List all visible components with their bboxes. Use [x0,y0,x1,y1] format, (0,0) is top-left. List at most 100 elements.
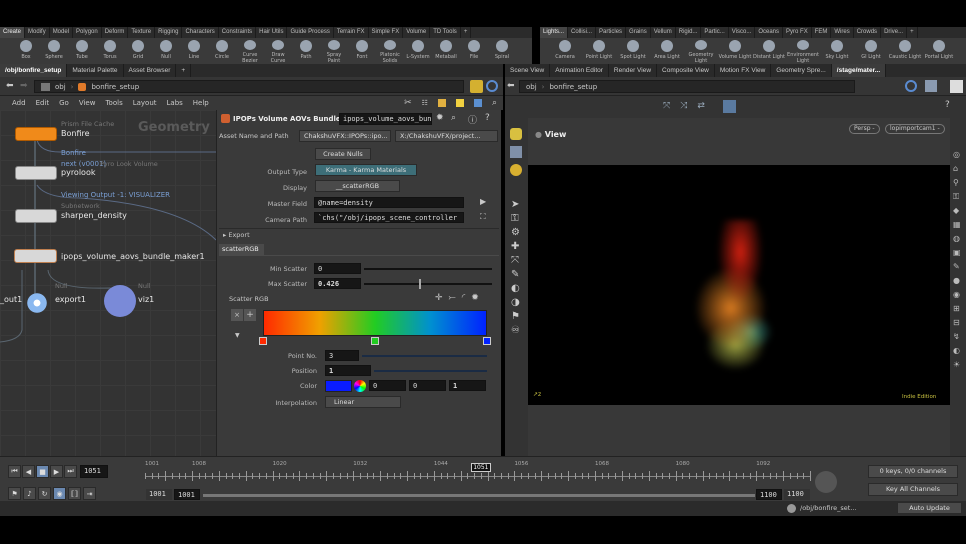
path-field[interactable]: obj › bonfire_setup [34,80,464,93]
tree-icon[interactable]: ☷ [422,99,428,107]
viewport-canvas[interactable]: ↗z Indie Edition [528,165,950,405]
shelf-tab[interactable]: Terrain FX [334,27,369,38]
shelf-tab[interactable]: Wires [831,27,854,38]
sticky-note-icon[interactable] [455,99,464,107]
shelf-tool[interactable]: Sphere [40,38,68,64]
handle-tool-icons[interactable]: ➤ ⚿ ⚙ ✚ ⤧ ✎ ◐ ◑ ⚑ ♾ [511,198,520,338]
play-reverse-button[interactable]: ◀ [22,465,35,478]
status-path[interactable]: /obj/bonfire_set... [800,504,857,512]
ramp-key[interactable] [259,337,267,345]
network-editor[interactable]: Geometry Prism File Cache Bonfire Bonfir… [0,110,216,456]
color-ramp[interactable] [263,310,487,336]
shelf-tab[interactable]: Volume [403,27,431,38]
tab-motion-fx-view[interactable]: Motion FX View [715,64,772,77]
loop-toggle[interactable]: ↻ [38,487,51,500]
display-option-icons[interactable]: ◎ ⌂ ⚲ ⚿ ◆ ▦ ◍ ▣ ✎ ● ◉ ⊞ ⊟ ↯ ◐ ☀ [953,148,961,372]
help-icon[interactable]: ? [945,100,950,110]
slider-handle[interactable] [418,279,421,289]
shelf-tool[interactable]: Null [152,38,180,64]
point-no-slider[interactable] [362,355,487,357]
position-slider[interactable] [374,370,487,372]
shelf-tool[interactable]: Distant Light [752,38,786,64]
pose-tool-icon[interactable] [510,164,522,176]
shelf-tab[interactable]: Constraints [219,27,257,38]
shelf-tool[interactable]: Caustic Light [888,38,922,64]
auto-update-dropdown[interactable]: Auto Update [897,502,962,514]
node-pyrolook[interactable] [15,166,57,180]
shelf-tab[interactable]: Modify [25,27,50,38]
playback-start-field[interactable]: 1001 [174,489,200,500]
shelf-tool[interactable]: Spiral [488,38,516,64]
shelf-tab[interactable]: Create [0,27,26,38]
min-scatter-slider[interactable] [364,268,492,270]
remove-key-button[interactable]: × [231,309,243,321]
output-type-dropdown[interactable]: Karma - Karma Materials [315,164,417,176]
shelf-tab[interactable]: TD Tools [430,27,461,38]
shelf-tool[interactable]: Curve Bezier [236,38,264,64]
ramp-menu-icon[interactable]: ▼ [235,332,240,339]
node-name-field[interactable]: ipops_volume_aovs_bun [339,113,432,125]
back-arrow-icon[interactable]: ⬅ [6,81,14,91]
shelf-tab[interactable]: Rigging [155,27,183,38]
tab-scatter-rgb[interactable]: scatterRGB [219,244,264,255]
playback-end-field[interactable]: 1100 [756,489,782,500]
add-shelf-tab-button[interactable]: + [907,27,918,38]
color-r-input[interactable]: 0 [369,380,406,391]
max-scatter-input[interactable]: 0.426 [314,278,361,289]
tab-animation-editor[interactable]: Animation Editor [550,64,609,77]
node-bonfire[interactable] [15,127,57,141]
persp-menu[interactable]: Persp - [849,124,880,134]
shelf-tool[interactable]: Spray Paint [320,38,348,64]
menu-layout[interactable]: Layout [133,99,157,107]
shelf-tab[interactable]: Texture [128,27,156,38]
color-wheel-icon[interactable] [354,380,366,392]
shelf-tab[interactable]: Simple FX [369,27,404,38]
key-all-channels-dropdown[interactable]: Key All Channels [868,483,958,496]
shelf-tool[interactable]: Sky Light [820,38,854,64]
range-toggle[interactable]: ⟦⟧ [68,487,81,500]
gear-icon[interactable]: ✹ [436,113,444,123]
ramp-key[interactable] [371,337,379,345]
global-start-field[interactable]: 1001 [146,489,172,500]
shelf-tab[interactable]: Guide Process [287,27,334,38]
info-icon[interactable]: ⓘ [468,113,477,126]
frame-ruler[interactable]: 1001 1008 1020 1032 1044 1056 1068 1080 1092 1051 [145,461,811,483]
shelf-tool[interactable]: Environment Light [786,38,820,64]
step-toggle[interactable]: ⇥ [83,487,96,500]
add-shelf-tab-button[interactable]: + [461,27,472,38]
audio-toggle[interactable]: ♪ [23,487,36,500]
interpolation-dropdown[interactable]: Linear [325,396,401,408]
null-node-viz1[interactable] [104,285,136,317]
select-tool-icon[interactable] [510,128,522,140]
node-name[interactable]: viz1 [138,295,154,304]
keys-channels-display[interactable]: 0 keys, 0/0 channels [868,465,958,478]
display-dropdown[interactable]: __scatterRGB [315,180,400,192]
asset-path-dropdown[interactable]: X:/ChakshuVFX/project... [395,130,498,142]
shelf-tab[interactable]: Visco... [729,27,756,38]
shelf-tool[interactable]: Geometry Light [684,38,718,64]
jump-end-button[interactable]: ⏭ [64,465,77,478]
current-frame-marker[interactable]: 1051 [470,463,491,472]
menu-go[interactable]: Go [59,99,69,107]
shelf-tool[interactable]: Box [12,38,40,64]
shelf-tool[interactable]: Metaball [432,38,460,64]
shelf-tab[interactable]: Pyro FX [783,27,812,38]
shelf-tab[interactable]: Polygon [73,27,102,38]
shelf-tool[interactable]: Platonic Solids [376,38,404,64]
shelf-tool[interactable]: L-System [404,38,432,64]
create-nulls-button[interactable]: Create Nulls [315,148,371,160]
shelf-tool[interactable]: Volume Light [718,38,752,64]
shelf-tool[interactable]: Point Light [582,38,616,64]
shelf-tool[interactable]: Draw Curve [264,38,292,64]
shelf-tool[interactable]: Portal Light [922,38,956,64]
shelf-tool[interactable]: Tube [68,38,96,64]
shelf-tool[interactable]: Torus [96,38,124,64]
camera-path-input[interactable]: `chs("/obj/ipops_scene_controller [314,212,464,223]
shelf-tab[interactable]: Model [50,27,74,38]
shelf-tab[interactable]: Crowds [854,27,882,38]
node-name[interactable]: export1 [55,295,86,304]
node-ipops-bundle-maker[interactable] [14,249,57,263]
shelf-tab[interactable]: Particles [596,27,627,38]
tab-asset-browser[interactable]: Asset Browser [124,64,177,77]
arrow-cursor-icon[interactable]: ▶ [480,197,486,206]
